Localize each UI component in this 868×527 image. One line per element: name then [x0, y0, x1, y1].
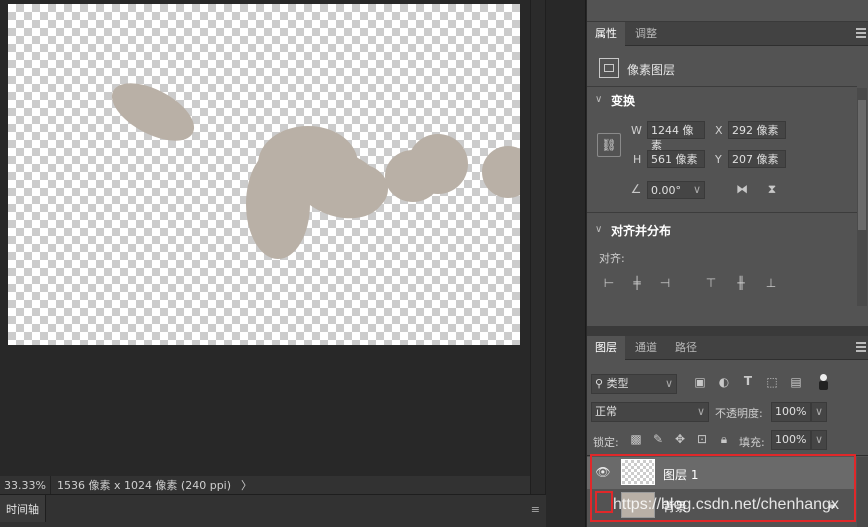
- width-field[interactable]: 1244 像素: [647, 121, 705, 152]
- layers-tabbar: 图层 通道 路径: [587, 336, 868, 360]
- lock-all-icon[interactable]: 🔒︎: [717, 432, 731, 447]
- layers-menu-icon[interactable]: [856, 342, 866, 352]
- dock-header: [587, 0, 868, 22]
- blend-mode-select[interactable]: 正常 ∨: [591, 402, 709, 422]
- filter-shape-icon[interactable]: ⬚: [765, 375, 779, 389]
- filter-kind-value: 类型: [606, 377, 629, 390]
- align-horizontal-center-icon[interactable]: ╪: [629, 276, 645, 290]
- document-canvas-area[interactable]: [0, 0, 530, 476]
- status-menu-arrow[interactable]: 〉: [237, 477, 252, 493]
- y-position-field[interactable]: 207 像素: [728, 150, 786, 168]
- layer-content-blob: [111, 83, 520, 259]
- timeline-panel: 时间轴 ≡: [0, 494, 546, 527]
- opacity-dropdown[interactable]: ∨: [811, 402, 827, 422]
- status-bar: 33.33% 1536 像素 x 1024 像素 (240 ppi) 〉: [0, 476, 530, 494]
- timeline-menu-icon[interactable]: ≡: [531, 503, 540, 516]
- right-panel-dock: 属性 调整 像素图层 ∨ 变换 ⛓ W 1244 像素 X 292 像素 H 5…: [587, 0, 868, 527]
- panel-separator: [587, 326, 868, 336]
- fill-label: 填充:: [739, 436, 765, 449]
- filter-smart-object-icon[interactable]: ▤: [789, 375, 803, 389]
- fill-dropdown[interactable]: ∨: [811, 430, 827, 450]
- height-label: H: [633, 153, 642, 166]
- align-label: 对齐:: [599, 252, 625, 265]
- divider: [587, 212, 857, 213]
- divider: [587, 86, 857, 87]
- layer-filter-select[interactable]: ⚲ 类型 ∨: [591, 374, 677, 394]
- tab-paths[interactable]: 路径: [667, 336, 705, 360]
- blend-mode-value: 正常: [595, 405, 617, 418]
- align-vertical-center-icon[interactable]: ╫: [733, 276, 749, 290]
- properties-menu-icon[interactable]: [856, 28, 866, 38]
- properties-scrollbar[interactable]: [857, 88, 867, 306]
- filter-toggle-icon[interactable]: [819, 374, 828, 390]
- chevron-down-icon: ∨: [664, 377, 673, 390]
- lock-position-icon[interactable]: ✥: [673, 432, 687, 446]
- align-left-icon[interactable]: ⊢: [601, 276, 617, 290]
- filter-type-icon[interactable]: T: [741, 374, 755, 388]
- search-icon: ⚲: [595, 377, 604, 390]
- tab-channels[interactable]: 通道: [627, 336, 665, 360]
- tab-adjustments[interactable]: 调整: [627, 22, 665, 46]
- y-label: Y: [715, 153, 722, 166]
- visibility-toggle-highlight[interactable]: [595, 491, 613, 513]
- chevron-down-icon[interactable]: ∨: [595, 224, 602, 235]
- layers-scrollbar[interactable]: [857, 457, 868, 527]
- opacity-field[interactable]: 100%: [771, 402, 811, 422]
- scrollbar-thumb[interactable]: [858, 100, 866, 230]
- canvas-vertical-scrollbar[interactable]: [530, 0, 546, 494]
- x-label: X: [715, 124, 723, 137]
- pixel-layer-icon: [599, 58, 619, 78]
- properties-tabbar: 属性 调整: [587, 22, 868, 46]
- tab-layers[interactable]: 图层: [587, 336, 625, 360]
- layer-type-label: 像素图层: [627, 63, 676, 77]
- x-position-field[interactable]: 292 像素: [728, 121, 786, 139]
- angle-field[interactable]: 0.00° ∨: [647, 181, 705, 199]
- width-label: W: [631, 124, 642, 137]
- align-bottom-icon[interactable]: ⊥: [763, 276, 779, 290]
- angle-icon: ∠: [630, 182, 642, 196]
- filter-adjustment-icon[interactable]: ◐: [717, 375, 731, 389]
- lock-artboard-icon[interactable]: ⊡: [695, 432, 709, 446]
- flip-horizontal-icon[interactable]: ⧓: [733, 182, 751, 196]
- panel-dock-gap: [546, 0, 586, 527]
- height-field[interactable]: 561 像素: [647, 150, 705, 168]
- fill-field[interactable]: 100%: [771, 430, 811, 450]
- lock-image-pixels-icon[interactable]: ✎: [651, 432, 665, 446]
- document-canvas[interactable]: [8, 4, 520, 345]
- flip-vertical-icon[interactable]: ⧗: [763, 182, 781, 197]
- link-icon[interactable]: ⛓: [597, 133, 621, 157]
- angle-value: 0.00°: [651, 184, 681, 197]
- tab-timeline[interactable]: 时间轴: [0, 495, 46, 522]
- zoom-level[interactable]: 33.33%: [0, 476, 51, 494]
- lock-label: 锁定:: [593, 436, 619, 449]
- align-top-icon[interactable]: ⊤: [703, 276, 719, 290]
- watermark: https://blog.csdn.net/chenhangx: [613, 496, 839, 513]
- chevron-down-icon[interactable]: ∨: [693, 182, 701, 197]
- align-section-title[interactable]: 对齐并分布: [611, 222, 671, 239]
- transform-section-title[interactable]: 变换: [611, 92, 635, 109]
- lock-transparent-pixels-icon[interactable]: ▩: [629, 432, 643, 446]
- align-right-icon[interactable]: ⊣: [657, 276, 673, 290]
- chevron-down-icon: ∨: [696, 405, 705, 418]
- chevron-down-icon[interactable]: ∨: [595, 94, 602, 105]
- opacity-label: 不透明度:: [715, 407, 763, 420]
- tab-properties[interactable]: 属性: [587, 22, 625, 46]
- filter-pixel-icon[interactable]: ▣: [693, 375, 707, 389]
- document-info: 1536 像素 x 1024 像素 (240 ppi): [56, 479, 232, 492]
